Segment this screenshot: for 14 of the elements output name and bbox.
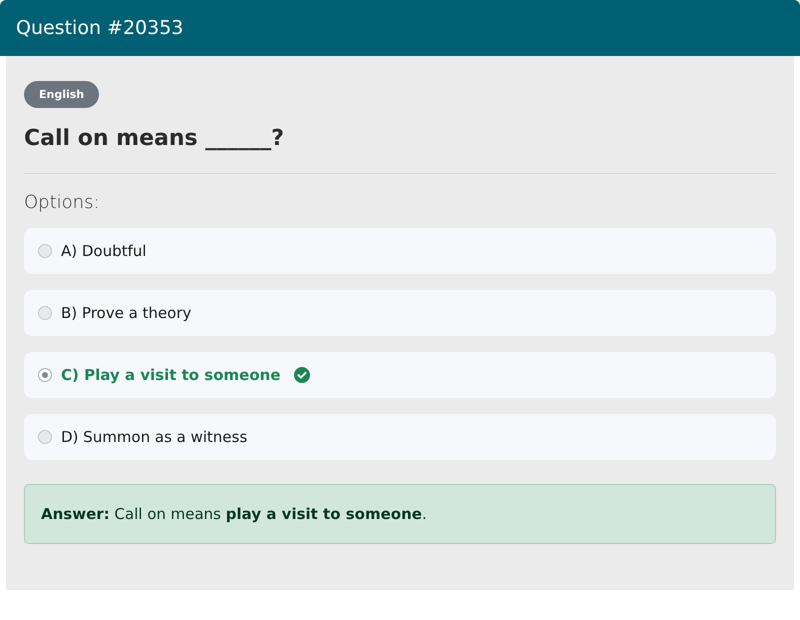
question-title: Question #20353 bbox=[16, 17, 184, 39]
radio-button[interactable] bbox=[38, 306, 52, 320]
radio-button[interactable] bbox=[38, 430, 52, 444]
option-item[interactable]: D) Summon as a witness bbox=[24, 414, 776, 460]
option-item[interactable]: C) Play a visit to someone bbox=[24, 352, 776, 398]
check-circle-icon bbox=[294, 367, 310, 383]
answer-text: Answer: Call on means play a visit to someone. bbox=[41, 505, 427, 523]
option-item[interactable]: B) Prove a theory bbox=[24, 290, 776, 336]
language-badge: English bbox=[24, 81, 100, 108]
question-text: Call on means ______? bbox=[24, 126, 286, 151]
option-item[interactable]: A) Doubtful bbox=[24, 228, 776, 274]
radio-button[interactable] bbox=[38, 244, 52, 258]
radio-button[interactable] bbox=[38, 368, 52, 382]
options-label: Options: bbox=[24, 192, 101, 213]
